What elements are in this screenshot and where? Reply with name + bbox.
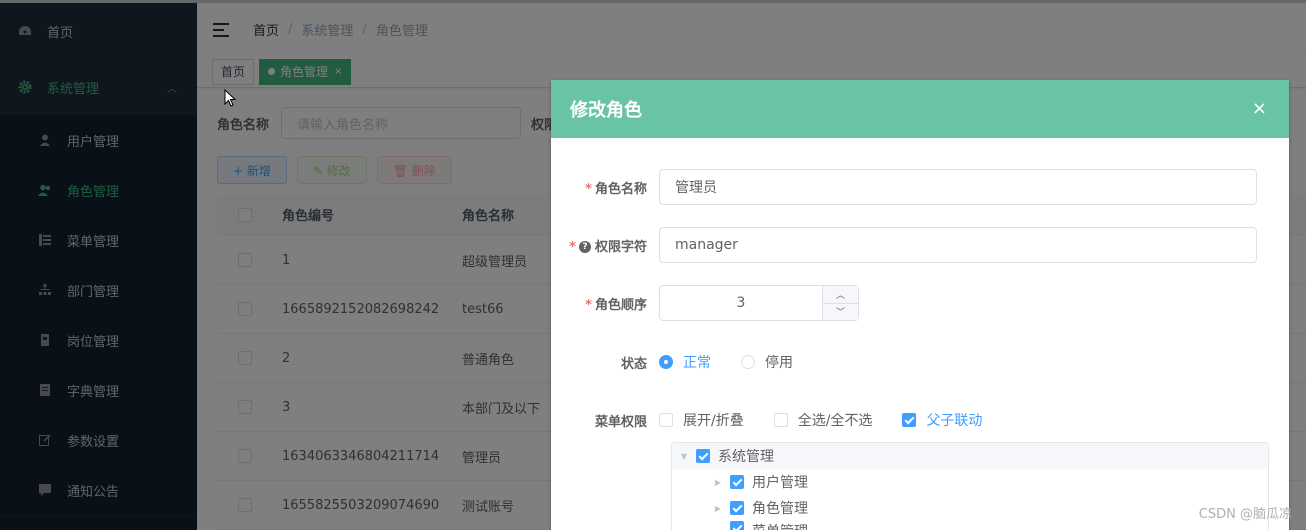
caret-right-icon[interactable]: ▶ — [706, 504, 730, 513]
close-icon[interactable]: × — [1252, 98, 1267, 119]
question-icon[interactable]: ? — [578, 241, 591, 253]
form-label: *? 权限字符 — [569, 239, 647, 255]
expand-collapse-checkbox[interactable]: 展开/折叠 — [659, 410, 744, 430]
perm-key-field[interactable]: manager — [659, 227, 1257, 263]
form-row-menu: 菜单权限 展开/折叠 全选/全不选 父子联动 — [551, 410, 1012, 430]
tree-node[interactable]: 菜单管理 — [672, 521, 1268, 530]
form-label: * 角色名称 — [585, 181, 647, 197]
mouse-cursor-icon — [224, 89, 236, 107]
form-row-order: * 角色顺序 3 ︿ ﹀ — [551, 285, 859, 321]
form-label: * 角色顺序 — [585, 297, 647, 313]
form-row-role-name: * 角色名称 管理员 — [551, 169, 1257, 205]
watermark: CSDN @脑瓜凉 — [1198, 507, 1292, 522]
caret-right-icon[interactable]: ▶ — [706, 478, 730, 487]
tree-node[interactable]: ▼ 系统管理 — [672, 443, 1268, 469]
form-label: 菜单权限 — [594, 414, 647, 430]
order-stepper[interactable]: 3 ︿ ﹀ — [659, 285, 859, 321]
menu-tree: ▼ 系统管理 ▶ 用户管理 ▶ 角色管理 菜单管理 — [671, 442, 1269, 530]
role-name-field[interactable]: 管理员 — [659, 169, 1257, 205]
dialog-header: 修改角色 × — [551, 80, 1289, 138]
tree-checkbox[interactable] — [730, 501, 744, 515]
stepper-buttons: ︿ ﹀ — [822, 286, 858, 320]
tree-checkbox[interactable] — [696, 449, 710, 463]
form-row-status: 状态 正常 停用 — [551, 352, 823, 372]
dialog-title: 修改角色 — [570, 100, 642, 121]
form-label: 状态 — [620, 356, 647, 372]
tree-checkbox[interactable] — [730, 475, 744, 489]
tree-checkbox[interactable] — [730, 521, 744, 530]
status-normal-radio[interactable]: 正常 — [659, 352, 711, 372]
tree-node[interactable]: ▶ 用户管理 — [672, 469, 1268, 495]
stepper-up-icon[interactable]: ︿ — [823, 286, 858, 304]
edit-role-dialog: 修改角色 × * 角色名称 管理员 *? 权限字符 manager * 角色顺序 3 … — [551, 80, 1289, 530]
form-row-perm: *? 权限字符 manager — [551, 227, 1257, 263]
status-disabled-radio[interactable]: 停用 — [741, 352, 793, 372]
parent-child-linkage-checkbox[interactable]: 父子联动 — [902, 410, 982, 430]
stepper-down-icon[interactable]: ﹀ — [823, 304, 858, 321]
caret-down-icon[interactable]: ▼ — [672, 452, 696, 461]
tree-node[interactable]: ▶ 角色管理 — [672, 495, 1268, 521]
select-all-checkbox[interactable]: 全选/全不选 — [773, 410, 872, 430]
